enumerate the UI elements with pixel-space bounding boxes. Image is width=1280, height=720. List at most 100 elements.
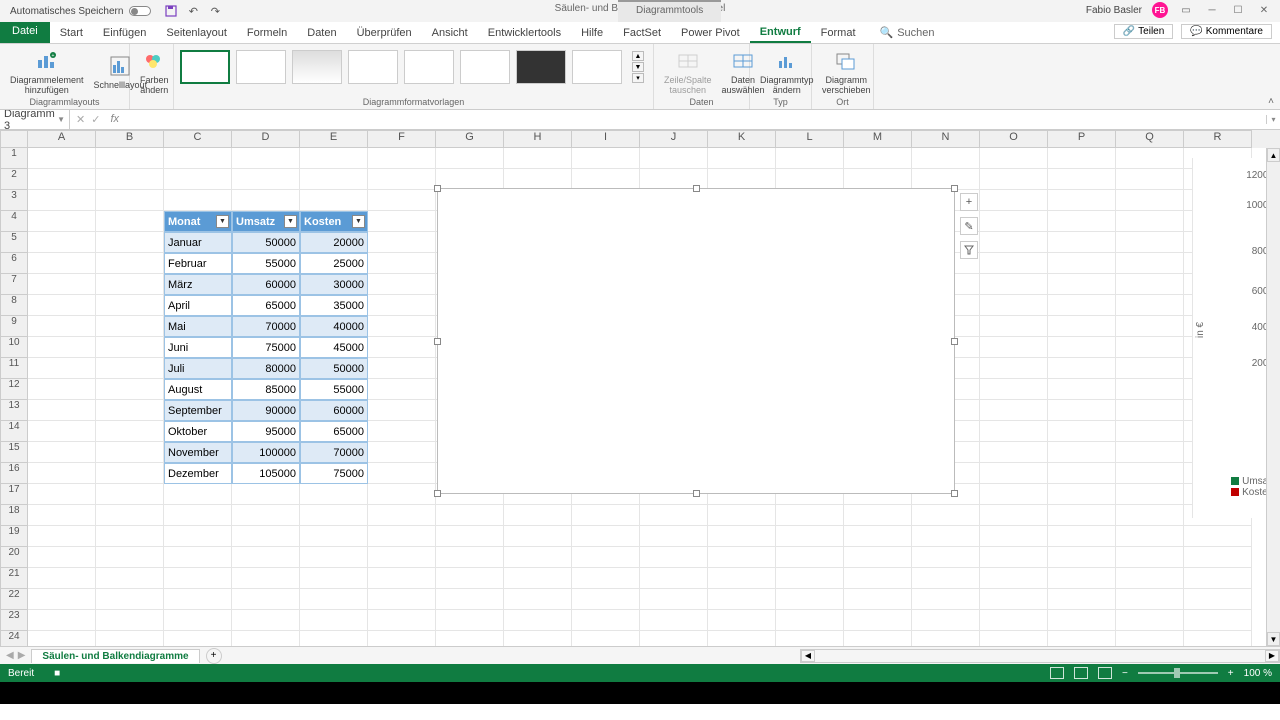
row-header[interactable]: 14 [0, 421, 28, 442]
column-header[interactable]: I [572, 130, 640, 148]
cell[interactable] [844, 148, 912, 169]
cell[interactable] [1048, 463, 1116, 484]
cell[interactable] [368, 211, 436, 232]
cell[interactable] [1116, 631, 1184, 646]
cell[interactable] [1048, 631, 1116, 646]
page-layout-view-icon[interactable] [1074, 667, 1088, 679]
cell[interactable] [912, 148, 980, 169]
cell[interactable] [368, 484, 436, 505]
cell[interactable]: November [164, 442, 232, 463]
cell[interactable] [28, 400, 96, 421]
chart-object[interactable]: + ✎ [437, 188, 955, 494]
cell[interactable] [28, 526, 96, 547]
resize-handle[interactable] [951, 338, 958, 345]
cell[interactable] [980, 316, 1048, 337]
cell[interactable] [436, 568, 504, 589]
cell[interactable] [1184, 568, 1252, 589]
cell[interactable] [980, 211, 1048, 232]
cell[interactable]: 35000 [300, 295, 368, 316]
cell[interactable] [1116, 190, 1184, 211]
cell[interactable] [844, 610, 912, 631]
cell[interactable] [640, 631, 708, 646]
cancel-entry-icon[interactable]: ✕ [76, 113, 85, 126]
cell[interactable] [164, 505, 232, 526]
cell[interactable] [1048, 589, 1116, 610]
cell[interactable] [436, 589, 504, 610]
cell[interactable] [300, 631, 368, 646]
column-header[interactable]: O [980, 130, 1048, 148]
cell[interactable] [980, 337, 1048, 358]
cell[interactable] [504, 505, 572, 526]
cell[interactable] [1184, 589, 1252, 610]
zoom-slider[interactable] [1138, 672, 1218, 674]
row-header[interactable]: 23 [0, 610, 28, 631]
cell[interactable] [572, 589, 640, 610]
cell[interactable] [368, 505, 436, 526]
cell[interactable] [980, 484, 1048, 505]
cell[interactable] [368, 589, 436, 610]
cell[interactable] [776, 148, 844, 169]
cell[interactable]: 65000 [232, 295, 300, 316]
cell[interactable]: 20000 [300, 232, 368, 253]
cell[interactable] [1048, 547, 1116, 568]
resize-handle[interactable] [951, 185, 958, 192]
style-thumb-8[interactable] [572, 50, 622, 84]
row-header[interactable]: 22 [0, 589, 28, 610]
cell[interactable] [912, 526, 980, 547]
cell[interactable] [776, 631, 844, 646]
cell[interactable] [504, 631, 572, 646]
cell[interactable] [300, 190, 368, 211]
filter-dropdown-icon[interactable]: ▼ [352, 215, 365, 228]
cell[interactable] [1116, 484, 1184, 505]
scroll-down-icon[interactable]: ▼ [1267, 632, 1280, 646]
cell[interactable] [96, 379, 164, 400]
cell[interactable] [300, 526, 368, 547]
cell[interactable] [368, 358, 436, 379]
column-header[interactable]: L [776, 130, 844, 148]
cell[interactable]: März [164, 274, 232, 295]
cell[interactable] [844, 547, 912, 568]
column-header[interactable]: M [844, 130, 912, 148]
cell[interactable] [980, 568, 1048, 589]
cell[interactable] [232, 610, 300, 631]
cell[interactable] [776, 568, 844, 589]
cell[interactable] [1048, 337, 1116, 358]
cell[interactable] [96, 211, 164, 232]
tab-start[interactable]: Start [50, 22, 93, 43]
expand-formula-icon[interactable]: ▾ [1266, 115, 1280, 124]
cell[interactable] [980, 547, 1048, 568]
cell[interactable] [980, 505, 1048, 526]
cell[interactable] [96, 358, 164, 379]
cell[interactable] [28, 484, 96, 505]
change-colors-button[interactable]: Farben ändern [136, 46, 173, 97]
cell[interactable] [1048, 358, 1116, 379]
cell[interactable] [1116, 505, 1184, 526]
filter-dropdown-icon[interactable]: ▼ [284, 215, 297, 228]
cell[interactable] [164, 484, 232, 505]
cell[interactable]: 90000 [232, 400, 300, 421]
cell[interactable] [436, 547, 504, 568]
cell[interactable] [300, 484, 368, 505]
cell[interactable]: 60000 [232, 274, 300, 295]
cell[interactable] [28, 253, 96, 274]
style-thumb-5[interactable] [404, 50, 454, 84]
cell[interactable] [368, 379, 436, 400]
cell[interactable] [504, 610, 572, 631]
cell[interactable] [980, 421, 1048, 442]
cell[interactable] [980, 463, 1048, 484]
cell[interactable] [96, 421, 164, 442]
cell[interactable] [368, 631, 436, 646]
cell[interactable] [844, 169, 912, 190]
tab-powerpivot[interactable]: Power Pivot [671, 22, 750, 43]
cell[interactable] [96, 148, 164, 169]
column-header[interactable]: P [1048, 130, 1116, 148]
cell[interactable] [368, 295, 436, 316]
style-thumb-3[interactable] [292, 50, 342, 84]
tab-file[interactable]: Datei [0, 22, 50, 43]
cell[interactable] [1116, 169, 1184, 190]
cell[interactable]: Februar [164, 253, 232, 274]
cell[interactable] [96, 337, 164, 358]
cell[interactable] [96, 253, 164, 274]
cell[interactable] [640, 505, 708, 526]
search-area[interactable]: 🔍 Suchen [880, 22, 935, 43]
